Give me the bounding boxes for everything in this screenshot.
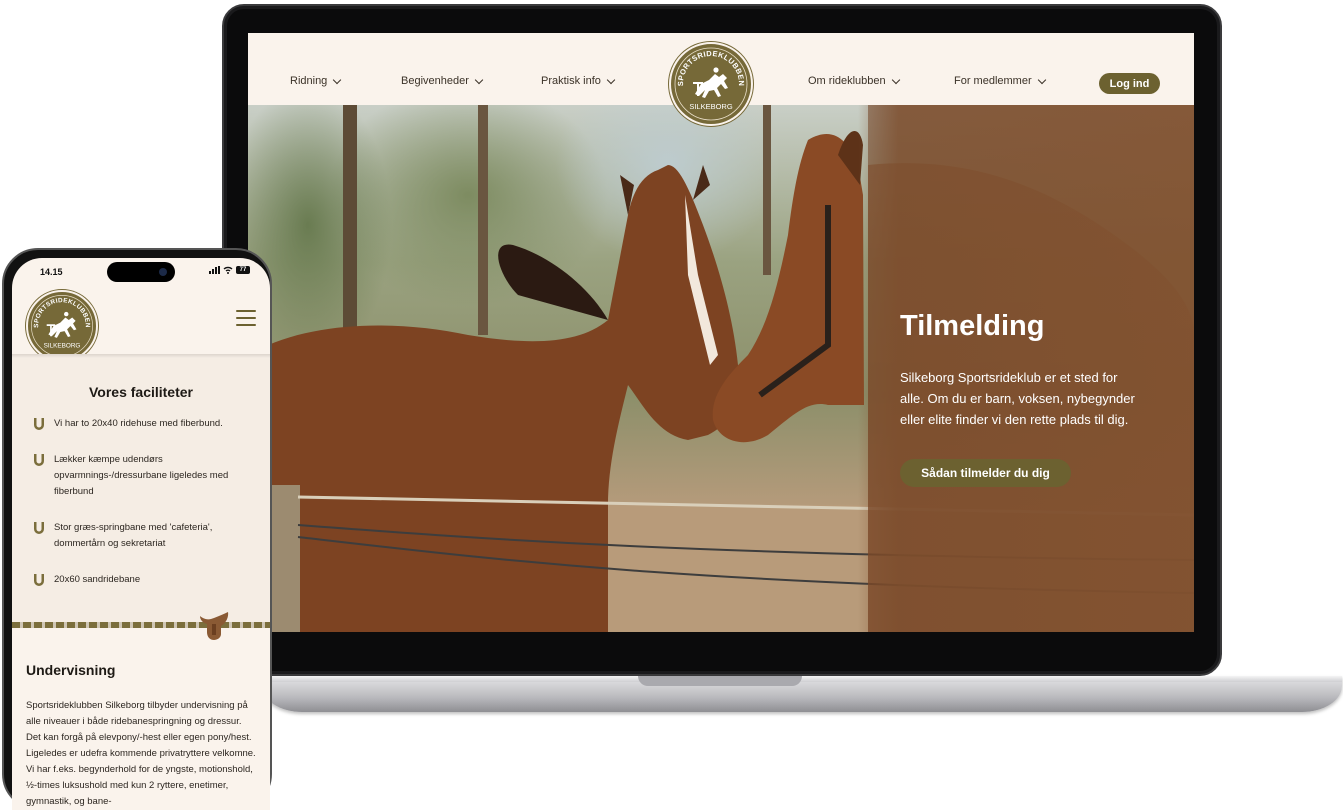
facility-item: Stor græs-springbane med 'cafeteria', do… bbox=[32, 520, 252, 552]
nav-label: Om rideklubben bbox=[808, 75, 886, 87]
signup-cta-button[interactable]: Sådan tilmelder du dig bbox=[900, 459, 1071, 487]
chevron-down-icon bbox=[1037, 75, 1046, 84]
facility-text: 20x60 sandridebane bbox=[54, 574, 141, 585]
facility-text: Stor græs-springbane med 'cafeteria', do… bbox=[54, 522, 213, 549]
facility-item: Lækker kæmpe udendørs opvarmnings-/dress… bbox=[32, 452, 252, 500]
nav-ridning[interactable]: Ridning bbox=[290, 75, 342, 87]
wifi-icon bbox=[223, 266, 233, 274]
teaching-title: Undervisning bbox=[26, 662, 116, 678]
hero-banner: Tilmelding Silkeborg Sportsrideklub er e… bbox=[248, 105, 1194, 632]
facility-item: Vi har to 20x40 ridehuse med fiberbund. bbox=[32, 416, 252, 432]
nav-label: Ridning bbox=[290, 75, 328, 87]
horse-rider-icon bbox=[693, 67, 728, 98]
nav-begivenheder[interactable]: Begivenheder bbox=[401, 75, 484, 87]
nav-label: Praktisk info bbox=[541, 75, 601, 87]
logo-bottom-text: SILKEBORG bbox=[689, 102, 733, 111]
laptop-bezel bbox=[248, 632, 1194, 662]
laptop-base bbox=[262, 676, 1342, 712]
header-shadow bbox=[12, 354, 270, 358]
mobile-website: 14.15 77 SPORTSRIDEKLUBBEN SILKEBORG Vor… bbox=[12, 258, 270, 810]
facility-text: Vi har to 20x40 ridehuse med fiberbund. bbox=[54, 418, 223, 429]
mobile-logo-graphic: SPORTSRIDEKLUBBEN SILKEBORG bbox=[31, 295, 93, 357]
rope-divider bbox=[12, 622, 270, 628]
dynamic-island bbox=[107, 262, 175, 282]
mobile-logo-bottom-text: SILKEBORG bbox=[44, 342, 81, 349]
mobile-club-logo[interactable]: SPORTSRIDEKLUBBEN SILKEBORG bbox=[26, 290, 98, 362]
facility-text: Lækker kæmpe udendørs opvarmnings-/dress… bbox=[54, 454, 229, 497]
chevron-down-icon bbox=[891, 75, 900, 84]
nav-praktisk-info[interactable]: Praktisk info bbox=[541, 75, 616, 87]
nav-label: Begivenheder bbox=[401, 75, 469, 87]
status-icons: 77 bbox=[209, 266, 250, 274]
horse-rider-icon bbox=[46, 311, 77, 338]
desktop-website: Ridning Begivenheder Praktisk info Om ri… bbox=[248, 33, 1194, 632]
nav-om-rideklubben[interactable]: Om rideklubben bbox=[808, 75, 900, 87]
horseshoe-icon bbox=[34, 418, 44, 430]
chevron-down-icon bbox=[333, 75, 342, 84]
device-mockup: Ridning Begivenheder Praktisk info Om ri… bbox=[0, 0, 1343, 810]
facilities-title: Vores faciliteter bbox=[88, 384, 193, 400]
horseshoe-icon bbox=[34, 574, 44, 586]
nav-for-medlemmer[interactable]: For medlemmer bbox=[954, 75, 1046, 87]
horseshoe-icon bbox=[34, 454, 44, 466]
chevron-down-icon bbox=[474, 75, 484, 84]
horseshoe-icon bbox=[34, 522, 44, 534]
status-time: 14.15 bbox=[40, 267, 63, 277]
hero-title: Tilmelding bbox=[900, 310, 1045, 342]
menu-hamburger-icon[interactable] bbox=[236, 310, 256, 326]
nav-label: For medlemmer bbox=[954, 75, 1032, 87]
laptop-notch bbox=[638, 676, 802, 686]
login-button[interactable]: Log ind bbox=[1099, 73, 1160, 94]
battery-icon: 77 bbox=[236, 266, 250, 274]
signal-icon bbox=[209, 266, 220, 274]
club-logo-graphic: SPORTSRIDEKLUBBEN SILKEBORG bbox=[674, 47, 748, 121]
saddle-icon bbox=[200, 612, 229, 640]
club-logo[interactable]: SPORTSRIDEKLUBBEN SILKEBORG bbox=[669, 42, 753, 126]
phone-frame: 14.15 77 SPORTSRIDEKLUBBEN SILKEBORG Vor… bbox=[2, 248, 272, 810]
facilities-section: Vores faciliteter Vi har to 20x40 ridehu… bbox=[12, 354, 270, 622]
chevron-down-icon bbox=[606, 75, 616, 84]
teaching-text: Sportsrideklubben Silkeborg tilbyder und… bbox=[26, 700, 256, 807]
hero-text: Silkeborg Sportsrideklub er et sted for … bbox=[900, 370, 1135, 427]
facility-item: 20x60 sandridebane bbox=[32, 572, 252, 588]
